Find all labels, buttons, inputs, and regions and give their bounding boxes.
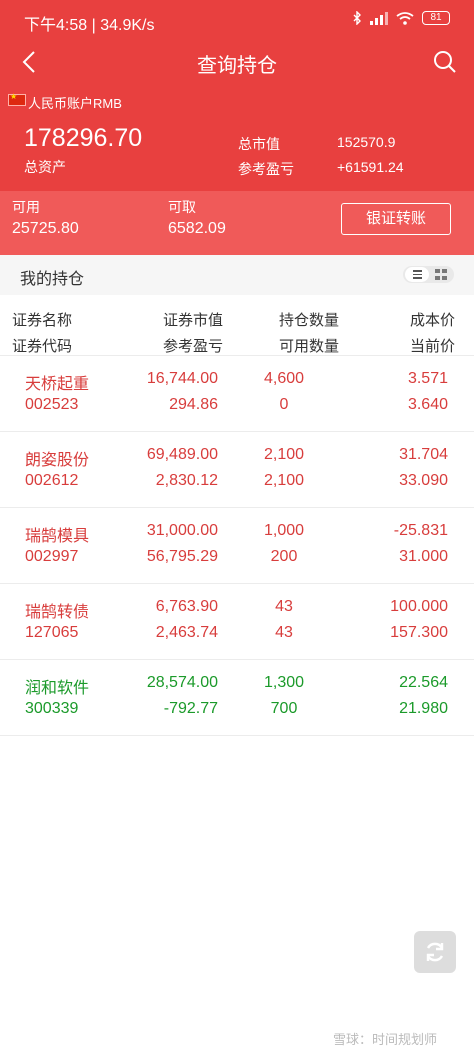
china-flag-icon — [8, 92, 26, 106]
watermark: 雪球：时间规划师 — [333, 1032, 438, 1047]
holdings-title: 我的持仓 — [20, 271, 85, 288]
col-market-value: 证券市值 — [162, 312, 223, 329]
col-cost: 成本价 — [409, 312, 455, 329]
qty: 43 — [275, 598, 293, 615]
funds-panel: 可用 25725.80 可取 6582.09 银证转账 — [0, 191, 474, 255]
reference-pl-label: 参考盈亏 — [238, 161, 294, 177]
avail-qty: 700 — [270, 700, 298, 717]
market-value: 69,489.00 — [146, 446, 218, 463]
current-price: 3.640 — [407, 396, 448, 413]
qty: 4,600 — [263, 370, 305, 387]
cost-price: -25.831 — [393, 522, 448, 539]
qty: 1,000 — [263, 522, 305, 539]
avail-qty: 2,100 — [263, 472, 305, 489]
bank-transfer-button[interactable]: 银证转账 — [341, 203, 451, 235]
current-price: 33.090 — [399, 472, 448, 489]
avail-qty: 43 — [275, 624, 293, 641]
market-value: 16,744.00 — [146, 370, 218, 387]
current-price: 31.000 — [399, 548, 448, 565]
table-row[interactable]: 瑞鹄转债 127065 6,763.90 2,463.74 43 43 100.… — [0, 584, 474, 660]
status-bar: 下午4:58 | 34.9K/s 81 — [0, 0, 474, 40]
battery-icon: 81 — [422, 11, 450, 25]
ref-pl: 2,463.74 — [155, 624, 218, 641]
view-toggle[interactable] — [403, 266, 454, 283]
current-price: 157.300 — [390, 624, 448, 641]
nav-bar: 查询持仓 — [0, 40, 474, 84]
current-price: 21.980 — [399, 700, 448, 717]
cost-price: 31.704 — [399, 446, 448, 463]
refresh-icon — [426, 942, 444, 962]
avail-qty: 200 — [270, 548, 298, 565]
table-row[interactable]: 瑞鹄模具 002997 31,000.00 56,795.29 1,000 20… — [0, 508, 474, 584]
table-row[interactable]: 天桥起重 002523 16,744.00 294.86 4,600 0 3.5… — [0, 356, 474, 432]
search-icon[interactable] — [430, 47, 460, 77]
bluetooth-icon — [353, 11, 361, 25]
market-value: 6,763.90 — [155, 598, 218, 615]
wifi-icon — [396, 11, 414, 25]
col-avail-qty: 可用数量 — [278, 338, 339, 355]
market-value: 31,000.00 — [146, 522, 218, 539]
qty: 2,100 — [263, 446, 305, 463]
cost-price: 3.571 — [407, 370, 448, 387]
page-title: 查询持仓 — [197, 55, 277, 77]
signal-icon — [370, 11, 388, 25]
total-assets-value: 178296.70 — [24, 124, 143, 152]
available-label: 可用 — [12, 199, 40, 215]
available-value: 25725.80 — [12, 220, 79, 237]
ref-pl: 2,830.12 — [155, 472, 218, 489]
ref-pl: 56,795.29 — [146, 548, 218, 565]
market-value: 28,574.00 — [146, 674, 218, 691]
cost-price: 22.564 — [399, 674, 448, 691]
table-row[interactable]: 润和软件 300339 28,574.00 -792.77 1,300 700 … — [0, 660, 474, 736]
total-assets-label: 总资产 — [24, 159, 66, 175]
withdrawable-value: 6582.09 — [168, 220, 226, 237]
ref-pl: -792.77 — [163, 700, 218, 717]
col-qty: 持仓数量 — [278, 312, 339, 329]
network-speed: 34.9K/s — [100, 17, 155, 34]
market-value-label: 总市值 — [238, 136, 280, 152]
refresh-button[interactable] — [414, 931, 456, 973]
table-row[interactable]: 朗姿股份 002612 69,489.00 2,830.12 2,100 2,1… — [0, 432, 474, 508]
qty: 1,300 — [263, 674, 305, 691]
list-view-icon[interactable] — [405, 267, 429, 282]
market-value: 152570.9 — [337, 134, 396, 150]
col-price: 当前价 — [409, 338, 455, 355]
col-name: 证券名称 — [12, 312, 73, 329]
col-ref-pl: 参考盈亏 — [162, 338, 223, 355]
status-time: 下午4:58 | 34.9K/s — [24, 17, 155, 34]
account-name: 人民币账户RMB — [28, 96, 122, 111]
clock: 下午4:58 — [24, 17, 88, 34]
withdrawable-label: 可取 — [168, 199, 196, 215]
avail-qty: 0 — [279, 396, 289, 413]
status-icons: 81 — [352, 11, 450, 25]
reference-pl-value: +61591.24 — [337, 159, 404, 175]
col-code: 证券代码 — [12, 338, 73, 355]
grid-view-icon[interactable] — [434, 269, 448, 280]
ref-pl: 294.86 — [169, 396, 218, 413]
account-summary: 人民币账户RMB 178296.70 总资产 总市值 152570.9 参考盈亏… — [0, 84, 474, 191]
table-header: 证券名称 证券代码 证券市值 参考盈亏 持仓数量 可用数量 成本价 当前价 — [0, 295, 474, 356]
cost-price: 100.000 — [390, 598, 448, 615]
